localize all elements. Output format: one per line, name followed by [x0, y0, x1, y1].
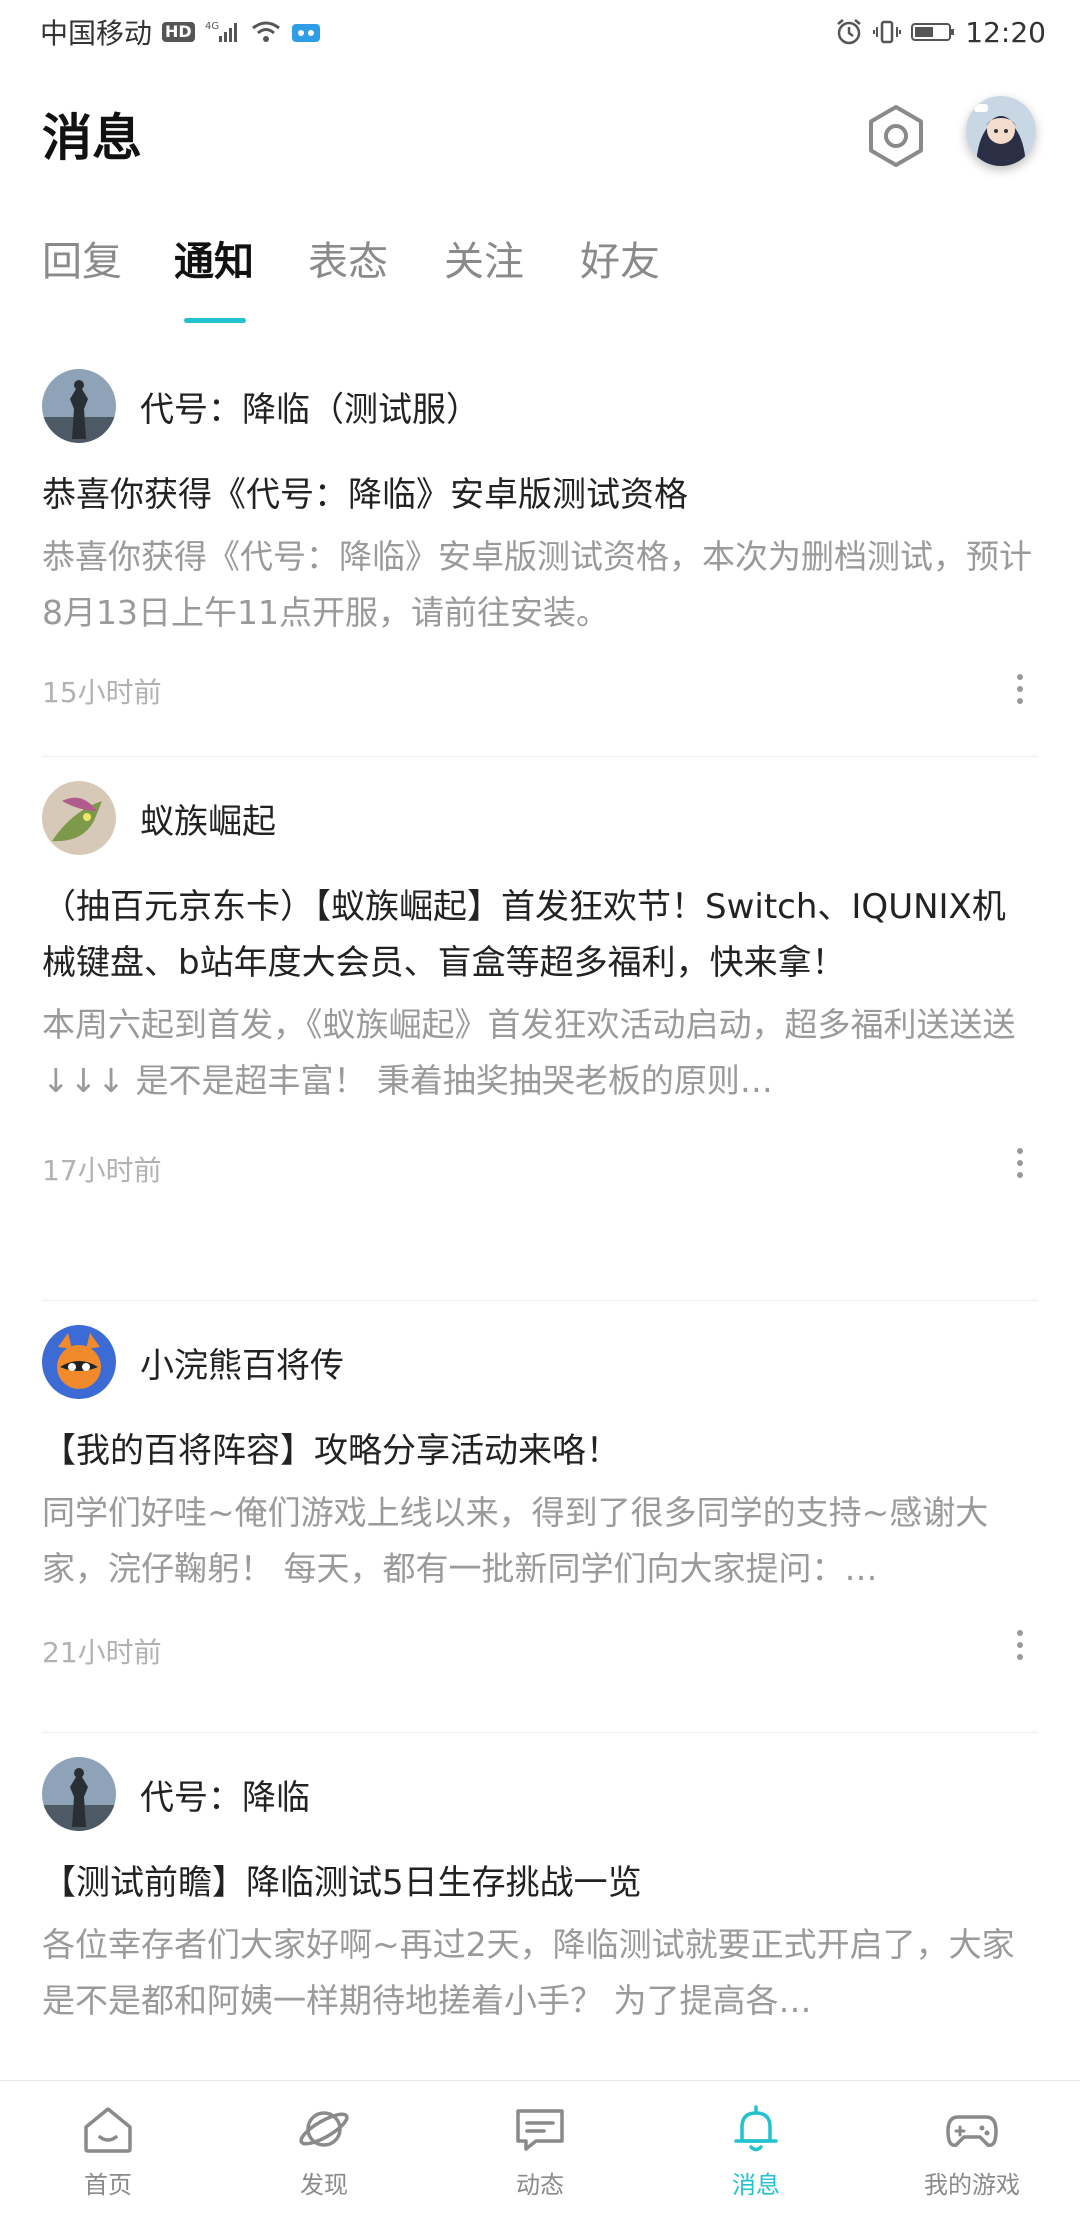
more-options-icon[interactable]: [1008, 667, 1032, 711]
notification-source[interactable]: 代号：降临: [42, 1757, 310, 1831]
page-title: 消息: [42, 109, 142, 167]
source-avatar: [42, 781, 116, 855]
nav-messages[interactable]: 消息: [648, 2081, 864, 2220]
chat-icon: [516, 2109, 564, 2151]
source-name: 蚁族崛起: [140, 801, 276, 842]
notification-source[interactable]: 蚁族崛起: [42, 781, 276, 855]
source-avatar: [42, 1325, 116, 1399]
carrier-name: 中国移动: [40, 17, 153, 50]
battery-icon: [911, 20, 955, 44]
nav-label: 消息: [732, 2171, 780, 2199]
notification-body: 各位幸存者们大家好啊~再过2天，降临测试就要正式开启了，大家是不是都和阿姨一样期…: [42, 1925, 1015, 2020]
nav-my-games[interactable]: 我的游戏: [864, 2081, 1080, 2220]
more-options-icon[interactable]: [1008, 1141, 1032, 1185]
settings-button[interactable]: [860, 100, 932, 172]
notification-source[interactable]: 代号：降临（测试服）: [42, 369, 480, 443]
planet-icon: [299, 2111, 349, 2147]
notification-body: 同学们好哇~俺们游戏上线以来，得到了很多同学的支持~感谢大家，浣仔鞠躬！ 每天，…: [42, 1493, 989, 1588]
source-name: 代号：降临: [140, 1777, 310, 1818]
source-name: 小浣熊百将传: [140, 1345, 344, 1386]
nav-label: 首页: [84, 2171, 132, 2199]
notification-title: 恭喜你获得《代号：降临》安卓版测试资格: [42, 475, 688, 515]
tab-friends[interactable]: 好友: [580, 232, 660, 292]
notification-body: 恭喜你获得《代号：降临》安卓版测试资格，本次为删档测试，预计8月13日上午11点…: [42, 537, 1032, 632]
notification-body: 本周六起到首发，《蚁族崛起》首发狂欢活动启动，超多福利送送送↓↓↓ 是不是超丰富…: [42, 1005, 1016, 1100]
alarm-icon: [835, 18, 863, 46]
nav-label: 我的游戏: [924, 2171, 1020, 2199]
notification-title: （抽百元京东卡）【蚁族崛起】首发狂欢节！Switch、IQUNIX机械键盘、b站…: [42, 887, 1006, 983]
notification-item[interactable]: 蚁族崛起 （抽百元京东卡）【蚁族崛起】首发狂欢节！Switch、IQUNIX机械…: [42, 757, 1038, 1301]
status-bar: 中国移动 HD 4G 12:20: [0, 0, 1080, 64]
nav-discover[interactable]: 发现: [216, 2081, 432, 2220]
nav-label: 发现: [300, 2171, 348, 2199]
notification-item[interactable]: 代号：降临（测试服） 恭喜你获得《代号：降临》安卓版测试资格 恭喜你获得《代号：…: [42, 345, 1038, 757]
tab-reaction[interactable]: 表态: [308, 232, 388, 292]
tab-follow[interactable]: 关注: [444, 232, 524, 292]
nav-home[interactable]: 首页: [0, 2081, 216, 2220]
notification-title: 【测试前瞻】降临测试5日生存挑战一览: [42, 1863, 642, 1903]
notification-item[interactable]: 小浣熊百将传 【我的百将阵容】攻略分享活动来咯！ 同学们好哇~俺们游戏上线以来，…: [42, 1301, 1038, 1733]
notification-time: 15小时前: [42, 676, 162, 709]
app-root: 中国移动 HD 4G 12:20 消息 回复 通知 表态 关注 好友 代号：降临…: [0, 0, 1080, 2220]
settings-icon: [869, 105, 923, 167]
active-tab-indicator: [184, 318, 246, 323]
nav-feed[interactable]: 动态: [432, 2081, 648, 2220]
gamepad-icon: [946, 2115, 998, 2147]
hd-badge: HD: [162, 22, 195, 42]
tab-notification[interactable]: 通知: [174, 232, 254, 292]
vibrate-icon: [873, 18, 902, 46]
notification-title: 【我的百将阵容】攻略分享活动来咯！: [42, 1431, 620, 1471]
tab-reply[interactable]: 回复: [42, 232, 122, 292]
more-options-icon[interactable]: [1008, 1623, 1032, 1667]
svg-text:4G: 4G: [205, 21, 219, 32]
bottom-navigation: 首页 发现 动态 消息 我的游戏: [0, 2080, 1080, 2220]
page-header: 消息: [0, 80, 1080, 190]
signal-icon: 4G: [205, 20, 241, 44]
home-icon: [84, 2107, 132, 2153]
bell-icon: [734, 2105, 778, 2152]
notification-list: 代号：降临（测试服） 恭喜你获得《代号：降临》安卓版测试资格 恭喜你获得《代号：…: [0, 345, 1080, 2093]
app-notification-icon: [291, 20, 321, 44]
notification-time: 21小时前: [42, 1636, 162, 1669]
nav-label: 动态: [516, 2171, 564, 2199]
source-name: 代号：降临（测试服）: [140, 389, 480, 430]
wifi-icon: [251, 20, 281, 44]
notification-source[interactable]: 小浣熊百将传: [42, 1325, 344, 1399]
profile-avatar[interactable]: [966, 96, 1036, 166]
source-avatar: [42, 1757, 116, 1831]
message-tabs: 回复 通知 表态 关注 好友: [0, 232, 1080, 332]
source-avatar: [42, 369, 116, 443]
status-time: 12:20: [965, 15, 1046, 49]
notification-time: 17小时前: [42, 1154, 162, 1187]
notification-item[interactable]: 代号：降临 【测试前瞻】降临测试5日生存挑战一览 各位幸存者们大家好啊~再过2天…: [42, 1733, 1038, 2093]
